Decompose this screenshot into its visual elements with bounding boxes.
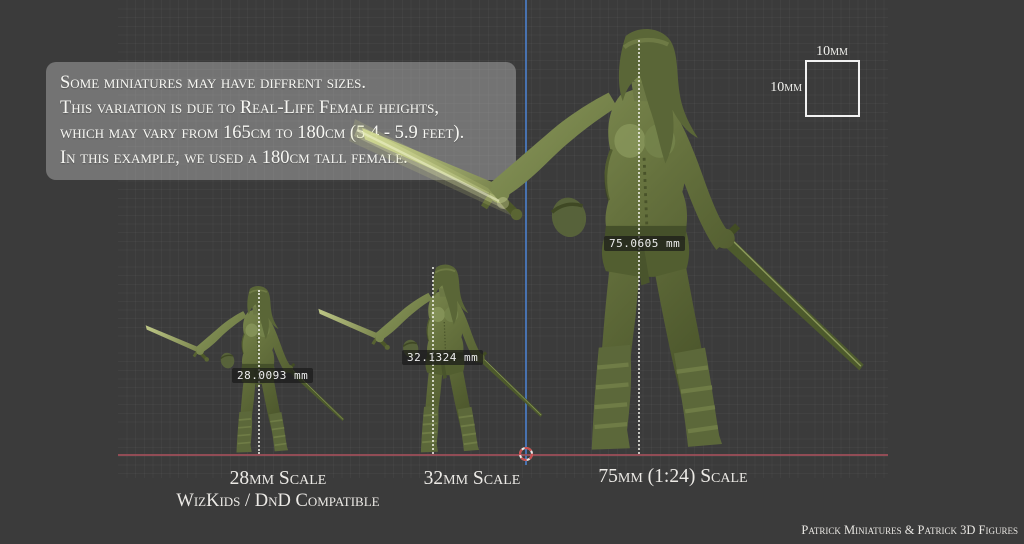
measurement-badge-28mm: 28.0093 mm [232,368,313,383]
viewport-3d[interactable]: Some miniatures may have diffrent sizes.… [0,0,1024,544]
scale-sublabel-28mm: WizKids / DnD Compatible [128,491,428,512]
reference-square-10mm [805,60,860,117]
measurement-badge-75mm: 75.0605 mm [604,236,685,251]
scale-label-32mm: 32mm Scale [372,468,572,490]
cursor-3d[interactable] [519,447,533,461]
reference-square-top-label: 10mm [800,44,864,60]
watermark-text: Patrick Miniatures & Patrick 3D Figures [801,523,1018,538]
scale-label-28mm: 28mm Scale [178,468,378,490]
reference-square-side-label: 10mm [756,80,802,96]
scale-label-75mm: 75mm (1:24) Scale [573,466,773,488]
measurement-badge-32mm: 32.1324 mm [402,350,483,365]
